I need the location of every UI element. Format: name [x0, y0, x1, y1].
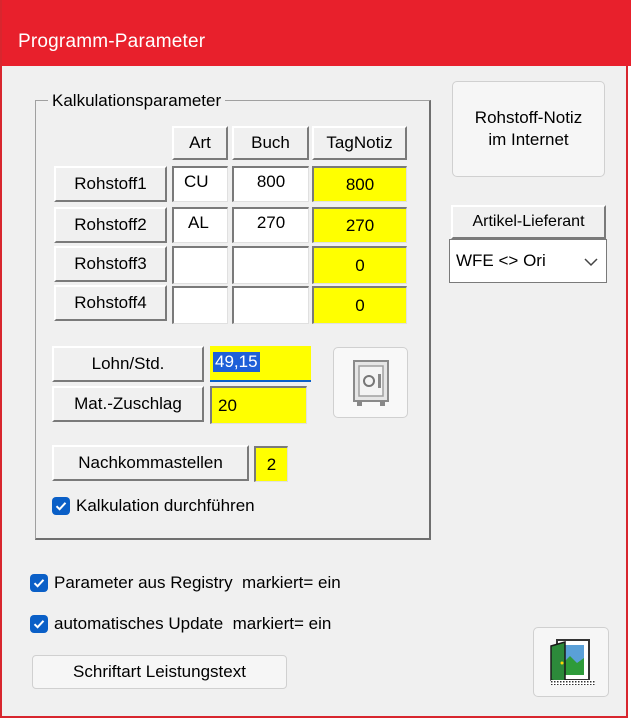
- dialog-window: Programm-Parameter Kalkulationsparameter…: [0, 0, 631, 718]
- column-header-tagnotiz: TagNotiz: [312, 126, 407, 160]
- rohstoff-notiz-button[interactable]: Rohstoff-Notiz im Internet: [452, 81, 605, 177]
- window-title: Programm-Parameter: [18, 31, 206, 52]
- kalkulation-checkbox[interactable]: [52, 497, 70, 515]
- update-checkbox[interactable]: [30, 615, 48, 633]
- checkmark-icon: [55, 502, 67, 511]
- mat-zuschlag-label: Mat.-Zuschlag: [52, 386, 204, 422]
- artikel-lieferant-label: Artikel-Lieferant: [451, 205, 606, 239]
- rohstoff1-tagnotiz-field[interactable]: 800: [312, 166, 407, 202]
- lohn-input-value: 49,15: [213, 352, 260, 372]
- update-label: automatisches Update markiert= ein: [54, 614, 332, 633]
- rohstoff2-art-field[interactable]: AL: [172, 207, 228, 243]
- checkmark-icon: [33, 579, 45, 588]
- registry-checkbox-row[interactable]: Parameter aus Registry markiert= ein: [30, 573, 341, 593]
- rohstoff2-buch-field[interactable]: 270: [232, 207, 309, 243]
- checkmark-icon: [33, 620, 45, 629]
- rohstoff-notiz-line1: Rohstoff-Notiz: [474, 108, 583, 127]
- rohstoff3-buch-field[interactable]: [232, 246, 309, 284]
- rohstoff3-art-field[interactable]: [172, 246, 228, 284]
- rohstoff4-art-field[interactable]: [172, 286, 228, 324]
- rohstoff4-buch-field[interactable]: [232, 286, 309, 324]
- rohstoff1-art-field[interactable]: CU: [172, 166, 228, 202]
- kalkulation-checkbox-row[interactable]: Kalkulation durchführen: [52, 496, 255, 516]
- safe-button[interactable]: [333, 347, 408, 418]
- row-label-rohstoff2: Rohstoff2: [54, 207, 167, 243]
- artikel-lieferant-value: WFE <> Ori: [456, 251, 546, 270]
- exit-door-icon: [550, 639, 595, 685]
- rohstoff4-tagnotiz-field[interactable]: 0: [312, 286, 407, 324]
- lohn-input[interactable]: 49,15: [210, 346, 311, 382]
- schriftart-button[interactable]: Schriftart Leistungstext: [32, 655, 287, 689]
- rohstoff2-tagnotiz-field[interactable]: 270: [312, 207, 407, 243]
- rohstoff1-buch-field[interactable]: 800: [232, 166, 309, 202]
- registry-checkbox[interactable]: [30, 574, 48, 592]
- row-label-rohstoff3: Rohstoff3: [54, 246, 167, 282]
- exit-button[interactable]: [533, 627, 609, 697]
- chevron-down-icon: [584, 258, 598, 267]
- rohstoff3-tagnotiz-field[interactable]: 0: [312, 246, 407, 284]
- column-header-buch: Buch: [232, 126, 309, 160]
- mat-zuschlag-input[interactable]: 20: [210, 386, 307, 424]
- kalkulation-label: Kalkulation durchführen: [76, 496, 255, 515]
- update-checkbox-row[interactable]: automatisches Update markiert= ein: [30, 614, 331, 634]
- row-label-rohstoff1: Rohstoff1: [54, 166, 167, 202]
- nachkommastellen-label: Nachkommastellen: [52, 445, 249, 481]
- safe-icon: [352, 359, 389, 406]
- lohn-label: Lohn/Std.: [52, 346, 204, 382]
- artikel-lieferant-select[interactable]: WFE <> Ori: [449, 239, 607, 283]
- nachkommastellen-input[interactable]: 2: [254, 446, 288, 482]
- title-bar: Programm-Parameter: [2, 0, 631, 66]
- registry-label: Parameter aus Registry markiert= ein: [54, 573, 341, 592]
- column-header-art: Art: [172, 126, 228, 160]
- row-label-rohstoff4: Rohstoff4: [54, 285, 167, 321]
- groupbox-legend: Kalkulationsparameter: [48, 91, 226, 111]
- rohstoff-notiz-line2: im Internet: [488, 130, 569, 149]
